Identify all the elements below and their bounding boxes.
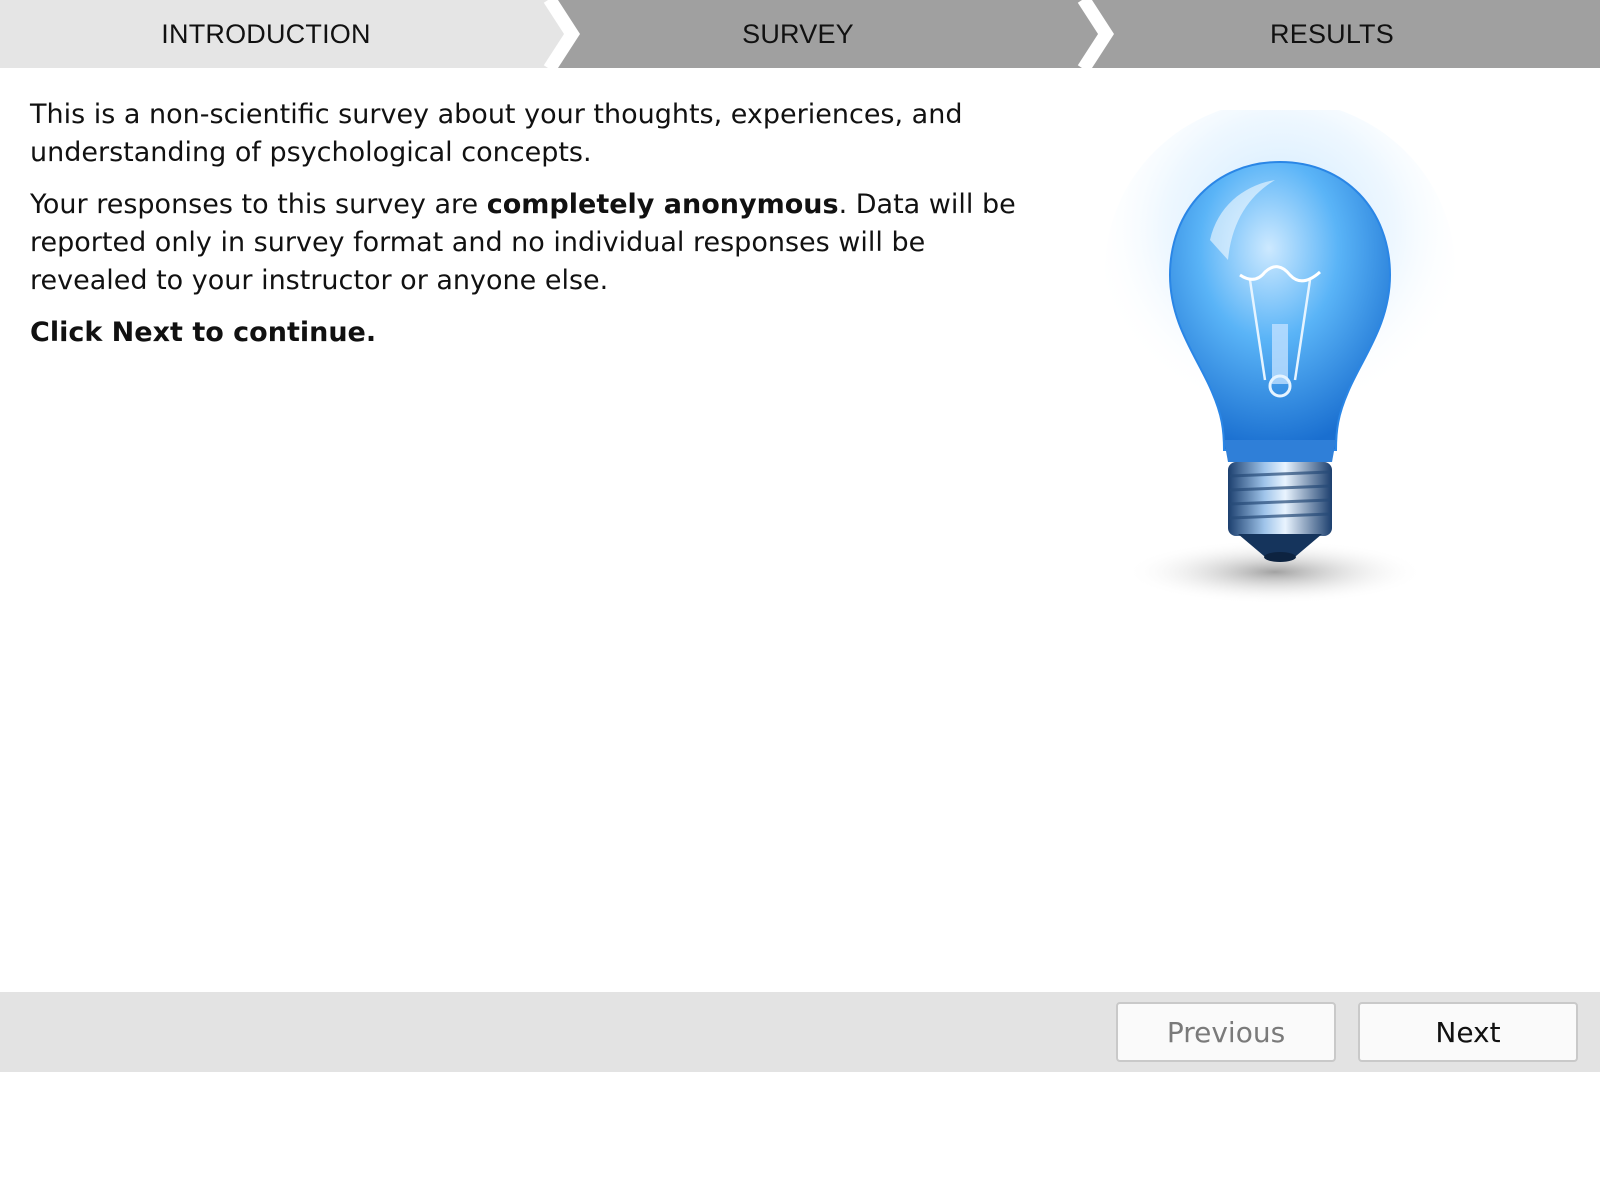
privacy-paragraph: Your responses to this survey are comple… <box>30 186 1020 300</box>
step-results[interactable]: RESULTS <box>1096 0 1568 68</box>
step-progress-bar: INTRODUCTION SURVEY RESULTS <box>0 0 1600 68</box>
privacy-emphasis: completely anonymous <box>486 189 839 220</box>
instruction-bold: Click Next to continue. <box>30 317 377 348</box>
privacy-text-before: Your responses to this survey are <box>30 189 487 220</box>
previous-button[interactable]: Previous <box>1116 1002 1336 1062</box>
instruction-text: Click Next to continue. <box>30 314 1020 352</box>
light-bulb-icon <box>1100 100 1480 630</box>
step-survey[interactable]: SURVEY <box>562 0 1034 68</box>
intro-paragraph: This is a non-scientific survey about yo… <box>30 99 963 168</box>
step-introduction[interactable]: INTRODUCTION <box>0 0 532 68</box>
intro-content: This is a non-scientific survey about yo… <box>30 96 1020 366</box>
next-button[interactable]: Next <box>1358 1002 1578 1062</box>
footer-navigation: Previous Next <box>0 992 1600 1072</box>
